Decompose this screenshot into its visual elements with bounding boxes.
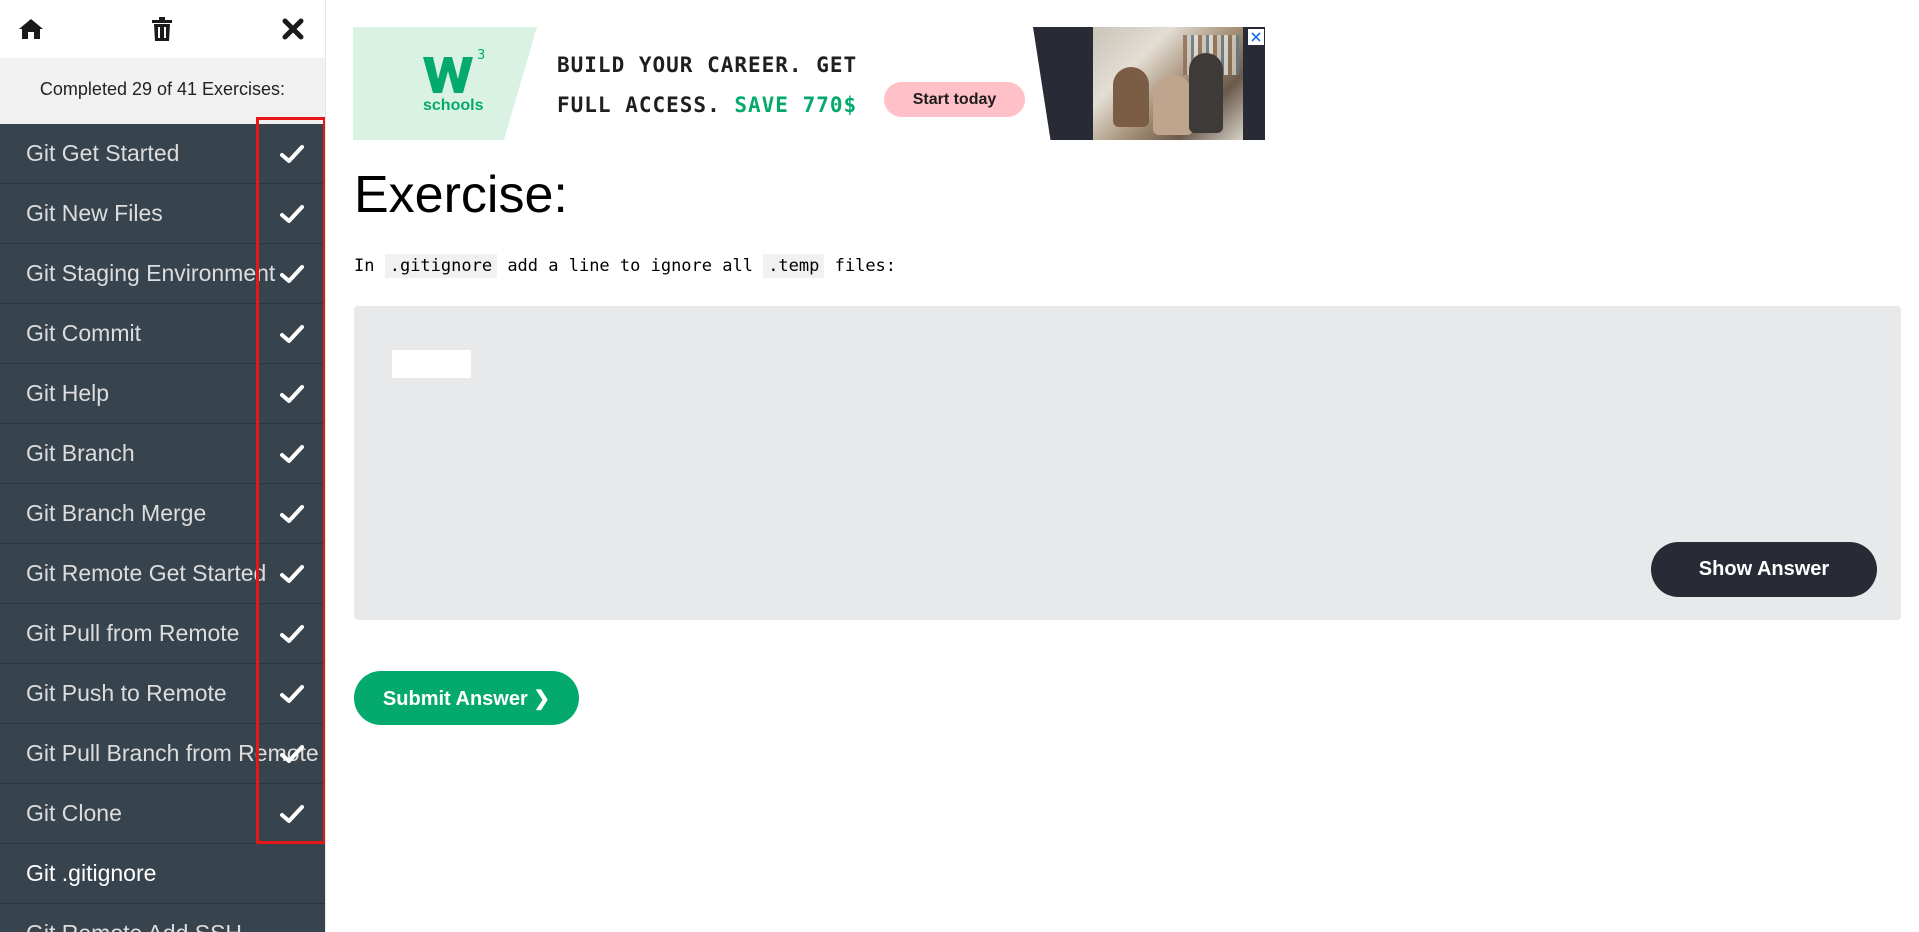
sidebar-item-label: Git Remote Get Started [26,560,267,586]
check-icon [280,684,304,703]
check-icon [280,444,304,463]
sidebar-item-git-pull-branch-from-remote[interactable]: Git Pull Branch from Remote [0,724,325,784]
sidebar-item-label: Git Staging Environment [26,260,276,286]
ad-photo-person [1189,53,1223,133]
instruction-suffix: files: [824,256,897,276]
sidebar-item-git-staging-environment[interactable]: Git Staging Environment [0,244,325,304]
progress-text: Completed 29 of 41 Exercises: [0,58,325,124]
check-icon [280,564,304,583]
sidebar-item-git-help[interactable]: Git Help [0,364,325,424]
sidebar-item-label: Git Remote Add SSH [26,920,242,932]
check-icon [280,144,304,163]
sidebar-item-git-remote-add-ssh[interactable]: Git Remote Add SSH [0,904,325,932]
instruction-code-gitignore: .gitignore [384,254,498,278]
exercise-sidebar: Completed 29 of 41 Exercises: Git Get St… [0,0,326,932]
sidebar-item-git-clone[interactable]: Git Clone [0,784,325,844]
sidebar-item-label: Git Commit [26,320,141,346]
ad-photo-person [1153,75,1193,135]
sidebar-item-label: Git Clone [26,800,122,826]
reset-button[interactable] [145,12,179,46]
ad-photo-person [1113,67,1149,127]
sidebar-item-label: Git Push to Remote [26,680,227,706]
ad-cta-button[interactable]: Start today [884,82,1025,117]
sidebar-item-git-push-to-remote[interactable]: Git Push to Remote [0,664,325,724]
trash-icon [152,17,172,41]
ad-photo [1093,27,1243,140]
close-sidebar-button[interactable] [276,12,310,46]
exercise-list: Git Get Started Git New Files Git Stagin… [0,124,325,932]
svg-text:3: 3 [477,49,485,63]
check-icon [280,744,304,763]
sidebar-item-git-commit[interactable]: Git Commit [0,304,325,364]
sidebar-item-git-remote-get-started[interactable]: Git Remote Get Started [0,544,325,604]
check-icon [280,504,304,523]
sidebar-item-label: Git New Files [26,200,163,226]
sidebar-item-git-pull-from-remote[interactable]: Git Pull from Remote [0,604,325,664]
check-icon [280,384,304,403]
sidebar-item-git-gitignore[interactable]: Git .gitignore [0,844,325,904]
ad-headline-highlight: SAVE 770$ [734,93,858,117]
show-answer-button[interactable]: Show Answer [1651,542,1877,597]
check-icon [280,624,304,643]
home-button[interactable] [14,12,48,46]
check-icon [280,804,304,823]
ad-banner[interactable]: 3 schools BUILD YOUR CAREER. GET FULL AC… [353,27,1265,140]
ad-headline: BUILD YOUR CAREER. GET FULL ACCESS. SAVE… [557,45,917,125]
sidebar-item-label: Git Branch [26,440,135,466]
ad-logo-text: schools [423,97,484,114]
sidebar-item-git-new-files[interactable]: Git New Files [0,184,325,244]
sidebar-toolbar [0,0,325,58]
sidebar-item-label: Git Pull from Remote [26,620,240,646]
code-editor-box: Show Answer [354,306,1901,620]
instruction-middle: add a line to ignore all [497,256,764,276]
instruction-prefix: In [354,256,385,276]
app-window: Completed 29 of 41 Exercises: Git Get St… [0,0,1919,932]
sidebar-item-git-branch[interactable]: Git Branch [0,424,325,484]
check-icon [280,264,304,283]
sidebar-item-label: Git Pull Branch from Remote [26,740,319,766]
ad-headline-prefix: FULL ACCESS. [557,93,735,117]
page-title: Exercise: [354,166,568,224]
check-icon [280,204,304,223]
submit-answer-button[interactable]: Submit Answer ❯ [354,671,579,725]
answer-input[interactable] [392,350,471,378]
sidebar-item-label: Git Get Started [26,140,180,166]
sidebar-item-label: Git .gitignore [26,860,157,886]
sidebar-item-git-get-started[interactable]: Git Get Started [0,124,325,184]
close-icon [1251,32,1261,42]
home-icon [19,19,43,39]
main-content: 3 schools BUILD YOUR CAREER. GET FULL AC… [353,0,1919,932]
exercise-instruction: In .gitignore add a line to ignore all .… [354,254,897,278]
sidebar-item-label: Git Help [26,380,110,406]
check-icon [280,324,304,343]
ad-headline-line2: FULL ACCESS. SAVE 770$ [557,85,917,125]
ad-close-button[interactable] [1248,29,1264,45]
close-icon [282,18,304,40]
sidebar-item-label: Git Branch Merge [26,500,207,526]
sidebar-item-git-branch-merge[interactable]: Git Branch Merge [0,484,325,544]
instruction-code-temp: .temp [763,254,825,278]
ad-headline-line1: BUILD YOUR CAREER. GET [557,53,858,77]
